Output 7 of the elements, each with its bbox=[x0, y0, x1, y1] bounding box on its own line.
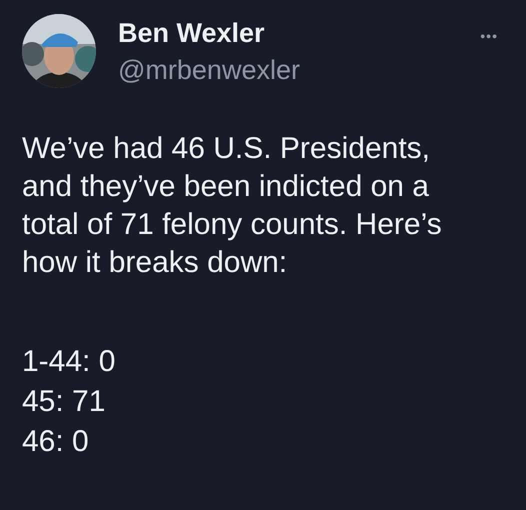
tweet-text-line: 45: 71 bbox=[22, 384, 106, 420]
more-button[interactable]: ••• bbox=[480, 28, 498, 44]
tweet-text-line: 1-44: 0 bbox=[22, 344, 116, 380]
author-handle[interactable]: @mrbenwexler bbox=[118, 55, 300, 86]
tweet-text: We’ve had 46 U.S. Presidents, and they’ve been indicted on a total of 71 felony counts. Here’s how it breaks down: bbox=[22, 131, 443, 281]
tweet-text-line: 46: 0 bbox=[22, 424, 90, 460]
author-name[interactable]: Ben Wexler bbox=[118, 18, 300, 49]
